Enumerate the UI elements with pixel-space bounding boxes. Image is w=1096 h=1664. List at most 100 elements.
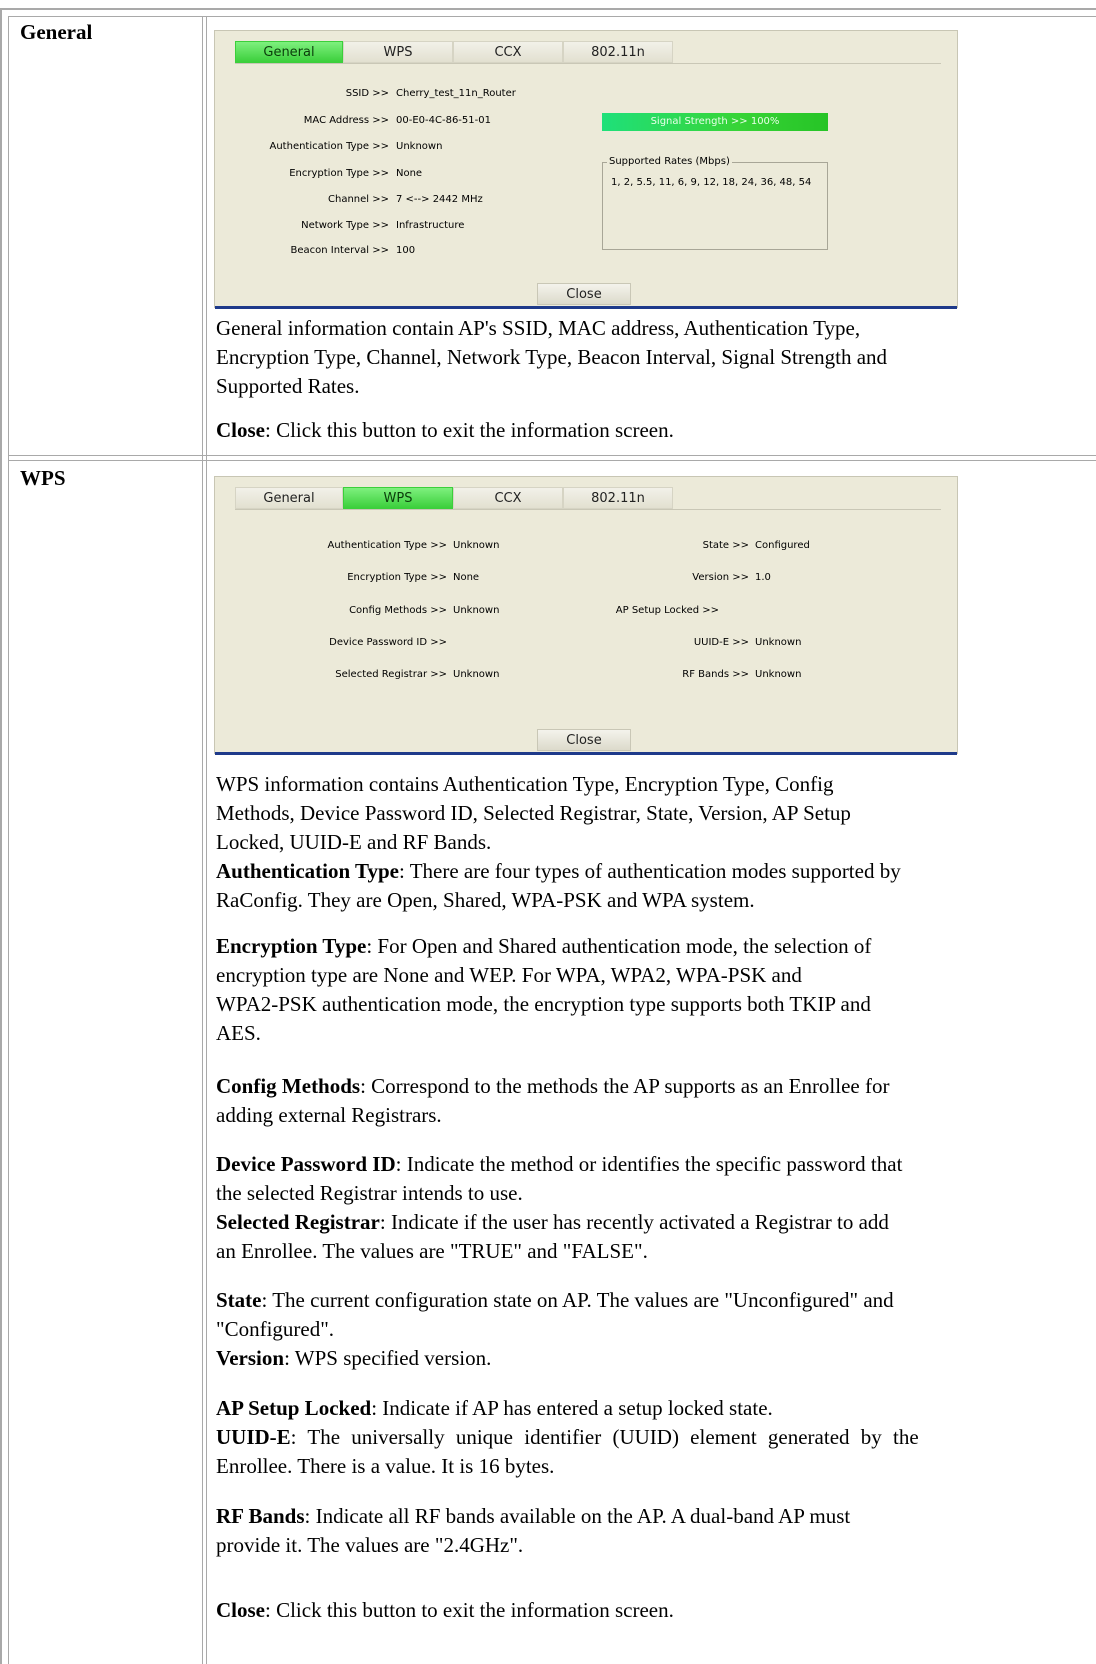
row1-top-border	[8, 16, 1096, 17]
version-value: 1.0	[755, 572, 771, 583]
general-tab-bar: General WPS CCX 802.11n	[235, 41, 941, 64]
auth-desc-2: RaConfig. They are Open, Shared, WPA-PSK…	[216, 888, 755, 912]
state-desc-2: "Configured".	[216, 1317, 335, 1341]
enc-desc-4: AES.	[216, 1021, 261, 1045]
device-password-id-description: Device Password ID: Indicate the method …	[216, 1150, 902, 1266]
inner-left-border	[8, 16, 9, 1664]
general-desc-line-3: Supported Rates.	[216, 374, 360, 398]
selected-registrar-label: Selected Registrar >>	[335, 669, 447, 680]
auth-type-description: Authentication Type: There are four type…	[216, 857, 901, 886]
state-desc-1: : The current configuration state on AP.…	[261, 1288, 894, 1312]
aplock-desc: : Indicate if AP has entered a setup loc…	[371, 1396, 773, 1420]
config-methods-value: Unknown	[453, 605, 500, 616]
beacon-interval-label: Beacon Interval >>	[290, 245, 389, 256]
close-text: : Click this button to exit the informat…	[265, 418, 674, 442]
close-button[interactable]: Close	[537, 729, 631, 751]
rf-bands-label: RF Bands >>	[682, 669, 749, 680]
supported-rates-title: Supported Rates (Mbps)	[607, 156, 732, 167]
close-button[interactable]: Close	[537, 283, 631, 305]
wps-info-panel: General WPS CCX 802.11n Authentication T…	[214, 476, 958, 755]
config-methods-label: Config Methods >>	[349, 605, 447, 616]
row-divider-a	[8, 455, 1096, 456]
wps-encryption-type-label: Encryption Type >>	[347, 572, 447, 583]
mac-address-label: MAC Address >>	[303, 115, 389, 126]
row-label-general: General	[20, 20, 93, 44]
version-label: Version >>	[692, 572, 749, 583]
state-term: State	[216, 1288, 262, 1312]
selreg-desc-2: an Enrollee. The values are "TRUE" and "…	[216, 1239, 648, 1263]
uuid-desc-2: Enrollee. There is a value. It is 16 byt…	[216, 1454, 555, 1478]
enc-desc-1: : For Open and Shared authentication mod…	[366, 934, 872, 958]
general-desc-line-2: Encryption Type, Channel, Network Type, …	[216, 345, 888, 369]
row-label-wps: WPS	[20, 466, 66, 490]
config-desc-2: adding external Registrars.	[216, 1103, 442, 1127]
state-description: State: The current configuration state o…	[216, 1286, 894, 1373]
wps-intro: WPS information contains Authentication …	[216, 770, 901, 915]
tab-wps[interactable]: WPS	[343, 41, 453, 63]
tab-general[interactable]: General	[235, 487, 343, 509]
column-divider-a	[202, 16, 203, 1664]
panel-bottom-rule	[215, 306, 957, 309]
rf-desc-2: provide it. The values are "2.4GHz".	[216, 1533, 524, 1557]
version-term: Version	[216, 1346, 285, 1370]
panel-bottom-rule	[215, 752, 957, 755]
network-type-label: Network Type >>	[301, 220, 389, 231]
dpid-desc-1: : Indicate the method or identifies the …	[395, 1152, 903, 1176]
close-term: Close	[216, 1598, 265, 1622]
close-text: : Click this button to exit the informat…	[265, 1598, 674, 1622]
column-divider-b	[206, 16, 207, 1664]
wps-intro-line-3: Locked, UUID-E and RF Bands.	[216, 830, 492, 854]
aplock-term: AP Setup Locked	[216, 1396, 372, 1420]
enc-desc-2: encryption type are None and WEP. For WP…	[216, 963, 802, 987]
selreg-desc-1: : Indicate if the user has recently acti…	[379, 1210, 889, 1234]
tab-80211n[interactable]: 802.11n	[563, 487, 673, 509]
wps-intro-line-2: Methods, Device Password ID, Selected Re…	[216, 801, 851, 825]
wps-close-description: Close: Click this button to exit the inf…	[216, 1596, 674, 1625]
tab-ccx[interactable]: CCX	[453, 487, 563, 509]
tab-80211n[interactable]: 802.11n	[563, 41, 673, 63]
ssid-value: Cherry_test_11n_Router	[396, 88, 516, 99]
config-methods-description: Config Methods: Correspond to the method…	[216, 1072, 889, 1130]
ap-setup-locked-description: AP Setup Locked: Indicate if AP has ente…	[216, 1394, 1096, 1481]
mac-address-value: 00-E0-4C-86-51-01	[396, 115, 491, 126]
auth-term: Authentication Type	[216, 859, 399, 883]
encryption-type-value: None	[396, 168, 423, 179]
uuid-term: UUID-E	[216, 1425, 291, 1449]
rf-term: RF Bands	[216, 1504, 305, 1528]
uuid-desc-1: : The universally unique identifier (UUI…	[290, 1425, 919, 1449]
rf-bands-description: RF Bands: Indicate all RF bands availabl…	[216, 1502, 850, 1560]
general-description: General information contain AP's SSID, M…	[216, 314, 887, 401]
rf-bands-value: Unknown	[755, 669, 802, 680]
encryption-type-label: Encryption Type >>	[289, 168, 389, 179]
ap-setup-locked-label: AP Setup Locked >>	[615, 605, 719, 616]
config-desc-1: : Correspond to the methods the AP suppo…	[360, 1074, 890, 1098]
wps-intro-line-1: WPS information contains Authentication …	[216, 772, 834, 796]
uuid-e-value: Unknown	[755, 637, 802, 648]
wps-tab-bar: General WPS CCX 802.11n	[235, 487, 941, 510]
state-value: Configured	[755, 540, 810, 551]
dpid-desc-2: the selected Registrar intends to use.	[216, 1181, 523, 1205]
network-type-value: Infrastructure	[396, 220, 465, 231]
general-desc-line-1: General information contain AP's SSID, M…	[216, 316, 861, 340]
enc-desc-3: WPA2-PSK authentication mode, the encryp…	[216, 992, 871, 1016]
supported-rates-group: Supported Rates (Mbps) 1, 2, 5.5, 11, 6,…	[602, 156, 828, 250]
auth-type-label: Authentication Type >>	[269, 141, 390, 152]
auth-desc-1: : There are four types of authentication…	[399, 859, 901, 883]
encryption-type-description: Encryption Type: For Open and Shared aut…	[216, 932, 871, 1048]
supported-rates-values: 1, 2, 5.5, 11, 6, 9, 12, 18, 24, 36, 48,…	[611, 177, 812, 188]
channel-label: Channel >>	[328, 194, 389, 205]
dpid-term: Device Password ID	[216, 1152, 396, 1176]
general-info-panel: General WPS CCX 802.11n SSID >> Cherry_t…	[214, 30, 958, 309]
ssid-label: SSID >>	[345, 88, 389, 99]
selreg-term: Selected Registrar	[216, 1210, 380, 1234]
wps-auth-type-value: Unknown	[453, 540, 500, 551]
tab-wps[interactable]: WPS	[343, 487, 453, 509]
wps-encryption-type-value: None	[453, 572, 480, 583]
version-desc: : WPS specified version.	[284, 1346, 492, 1370]
enc-term: Encryption Type	[216, 934, 367, 958]
row-divider-b	[8, 460, 1096, 461]
device-password-id-label: Device Password ID >>	[329, 637, 447, 648]
tab-ccx[interactable]: CCX	[453, 41, 563, 63]
beacon-interval-value: 100	[396, 245, 416, 256]
tab-general[interactable]: General	[235, 41, 343, 63]
